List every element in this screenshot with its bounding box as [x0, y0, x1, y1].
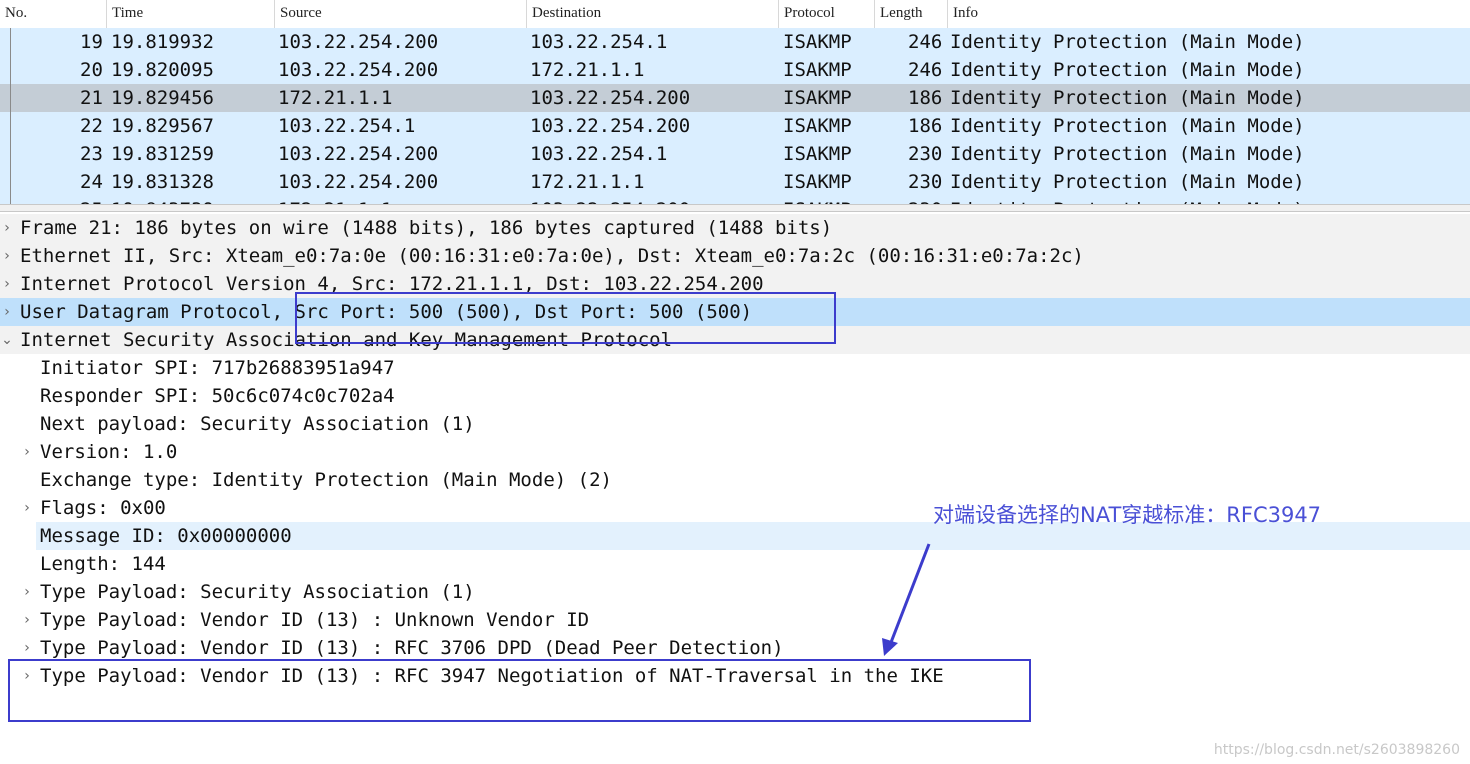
watermark: https://blog.csdn.net/s2603898260 — [1213, 742, 1460, 758]
annotation-arrow-icon — [882, 543, 931, 656]
